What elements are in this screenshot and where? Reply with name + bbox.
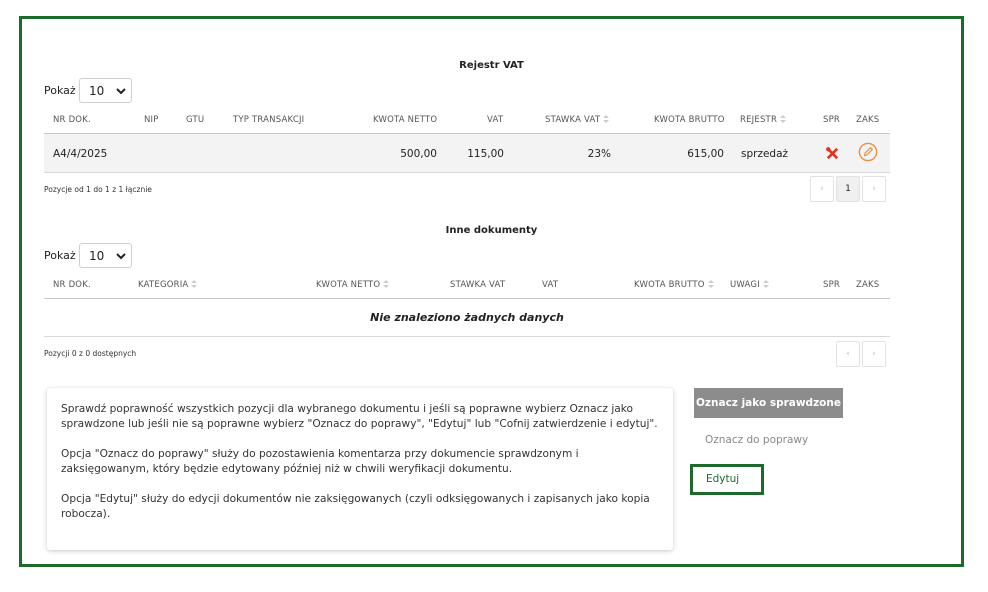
vat-col-typ[interactable]: TYP TRANSAKCJI — [233, 115, 304, 125]
vat-cell-rejestr: sprzedaż — [741, 148, 789, 160]
inne-prev-page-button[interactable]: ‹ — [836, 341, 860, 367]
inne-col-nr[interactable]: NR DOK. — [53, 280, 91, 290]
vat-col-netto[interactable]: KWOTA NETTO — [373, 115, 437, 125]
inne-pagination-info: Pozycji 0 z 0 dostępnych — [44, 349, 137, 358]
vat-col-nr[interactable]: NR DOK. — [53, 115, 91, 125]
help-paragraph-2: Opcja "Oznacz do poprawy" służy do pozos… — [61, 448, 579, 475]
mark-checked-button[interactable]: Oznacz jako sprawdzone — [694, 388, 843, 418]
vat-col-zaks[interactable]: ZAKS — [856, 115, 879, 125]
vat-col-stawka-wrap[interactable]: STAWKA VAT — [545, 115, 610, 125]
inne-col-stawka[interactable]: STAWKA VAT — [450, 280, 505, 290]
vat-col-nip[interactable]: NIP — [144, 115, 159, 125]
vat-section-title: Rejestr VAT — [459, 60, 524, 71]
sort-icon — [383, 280, 390, 288]
chevron-down-icon — [116, 253, 126, 260]
inne-show-label: Pokaż — [44, 249, 76, 262]
inne-page-size-value: 10 — [89, 249, 105, 263]
inne-col-brutto: KWOTA BRUTTO — [634, 280, 705, 290]
sort-icon — [780, 115, 787, 123]
vat-pagination-info: Pozycje od 1 do 1 z 1 łącznie — [44, 185, 152, 194]
vat-col-vat[interactable]: VAT — [487, 115, 503, 125]
sort-icon — [603, 115, 610, 123]
inne-col-vat[interactable]: VAT — [542, 280, 558, 290]
inne-empty-message: Nie znaleziono żadnych danych — [370, 311, 564, 324]
inne-col-spr[interactable]: SPR — [823, 280, 840, 290]
sort-icon — [762, 280, 769, 288]
vat-page-size-value: 10 — [89, 84, 105, 98]
sort-icon — [707, 280, 714, 288]
inne-header-divider — [44, 298, 890, 299]
content-frame: Rejestr VAT Pokaż 10 NR DOK. NIP GTU TYP… — [19, 16, 964, 567]
vat-row-divider — [44, 172, 890, 173]
sort-icon — [191, 280, 198, 288]
vat-cell-nr: A4/4/2025 — [53, 148, 108, 160]
help-box: Sprawdź poprawność wszystkich pozycji dl… — [47, 388, 673, 550]
edit-button[interactable]: Edytuj — [690, 464, 764, 495]
vat-cell-stawka: 23% — [587, 148, 611, 160]
vat-col-spr[interactable]: SPR — [823, 115, 840, 125]
vat-show-label: Pokaż — [44, 84, 76, 97]
vat-cell-brutto: 615,00 — [687, 148, 724, 160]
chevron-down-icon — [116, 88, 126, 95]
inne-col-netto: KWOTA NETTO — [316, 280, 381, 290]
vat-col-stawka: STAWKA VAT — [545, 115, 601, 125]
tools-icon[interactable] — [825, 146, 840, 161]
edit-pencil-icon[interactable] — [858, 142, 878, 162]
inne-col-netto-wrap[interactable]: KWOTA NETTO — [316, 280, 390, 290]
vat-col-gtu[interactable]: GTU — [186, 115, 204, 125]
inne-col-uwagi: UWAGI — [730, 280, 760, 290]
vat-prev-page-button[interactable]: ‹ — [810, 176, 834, 202]
inne-section-title: Inne dokumenty — [445, 225, 538, 236]
inne-col-kategoria-wrap[interactable]: KATEGORIA — [138, 280, 198, 290]
inne-col-kategoria: KATEGORIA — [138, 280, 189, 290]
inne-next-page-button[interactable]: › — [862, 341, 886, 367]
vat-col-rejestr-wrap[interactable]: REJESTR — [740, 115, 787, 125]
vat-next-page-button[interactable]: › — [862, 176, 886, 202]
vat-cell-netto: 500,00 — [400, 148, 437, 160]
inne-col-brutto-wrap[interactable]: KWOTA BRUTTO — [634, 280, 714, 290]
mark-fix-button[interactable]: Oznacz do poprawy — [705, 434, 808, 446]
vat-page-1-button[interactable]: 1 — [836, 176, 860, 202]
vat-cell-vat: 115,00 — [467, 148, 504, 160]
inne-col-zaks[interactable]: ZAKS — [856, 280, 879, 290]
vat-col-rejestr: REJESTR — [740, 115, 778, 125]
inne-page-size-select[interactable]: 10 — [79, 243, 132, 268]
help-paragraph-1: Sprawdź poprawność wszystkich pozycji dl… — [61, 403, 658, 430]
inne-col-uwagi-wrap[interactable]: UWAGI — [730, 280, 769, 290]
help-paragraph-3: Opcja "Edytuj" służy do edycji dokumentó… — [61, 493, 650, 520]
vat-page-size-select[interactable]: 10 — [79, 78, 132, 103]
inne-row-divider — [44, 336, 890, 337]
vat-col-brutto[interactable]: KWOTA BRUTTO — [654, 115, 725, 125]
